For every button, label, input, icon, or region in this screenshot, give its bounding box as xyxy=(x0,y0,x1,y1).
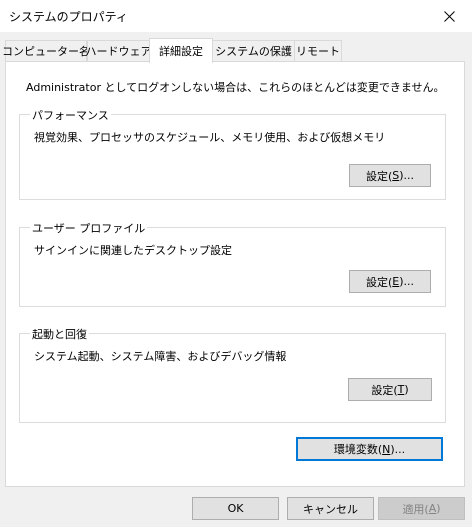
title-bar: システムのプロパティ xyxy=(0,0,472,32)
apply-button[interactable]: 適用(A) xyxy=(378,497,465,520)
tab-system-protection[interactable]: システムの保護 xyxy=(212,40,295,61)
tab-computer-name[interactable]: コンピューター名 xyxy=(2,40,90,61)
tab-hardware[interactable]: ハードウェア xyxy=(85,40,152,61)
tab-remote[interactable]: リモート xyxy=(294,40,342,61)
performance-group-title: パフォーマンス xyxy=(30,107,111,123)
tab-label: ハードウェア xyxy=(85,45,152,58)
startup-recovery-description: システム起動、システム障害、およびデバッグ情報 xyxy=(34,350,287,363)
admin-notice: Administrator としてログオンしない場合は、これらのほとんどは変更で… xyxy=(26,81,445,94)
advanced-tab-panel: Administrator としてログオンしない場合は、これらのほとんどは変更で… xyxy=(5,61,465,487)
tab-label: コンピューター名 xyxy=(2,45,90,58)
user-profile-description: サインインに関連したデスクトップ設定 xyxy=(34,244,232,257)
performance-settings-button[interactable]: 設定(S)... xyxy=(349,164,431,187)
window-title: システムのプロパティ xyxy=(9,10,128,24)
user-profile-group-title: ユーザー プロファイル xyxy=(30,220,148,236)
startup-recovery-settings-button[interactable]: 設定(T) xyxy=(348,378,432,401)
user-profile-settings-button[interactable]: 設定(E)... xyxy=(349,270,431,293)
tab-label: システムの保護 xyxy=(215,45,292,58)
startup-recovery-group-title: 起動と回復 xyxy=(30,326,89,342)
cancel-button[interactable]: キャンセル xyxy=(287,497,374,520)
tab-advanced[interactable]: 詳細設定 xyxy=(149,38,213,63)
close-button[interactable] xyxy=(426,0,472,32)
environment-variables-button[interactable]: 環境変数(N)... xyxy=(296,437,443,461)
tab-label: リモート xyxy=(296,45,340,58)
tab-label: 詳細設定 xyxy=(159,45,203,58)
ok-button[interactable]: OK xyxy=(192,497,279,520)
user-profile-group: ユーザー プロファイル サインインに関連したデスクトップ設定 設定(E)... xyxy=(19,220,446,307)
startup-recovery-group: 起動と回復 システム起動、システム障害、およびデバッグ情報 設定(T) xyxy=(19,326,446,423)
performance-group: パフォーマンス 視覚効果、プロセッサのスケジュール、メモリ使用、および仮想メモリ… xyxy=(19,107,446,200)
performance-description: 視覚効果、プロセッサのスケジュール、メモリ使用、および仮想メモリ xyxy=(34,131,386,144)
close-icon xyxy=(443,10,455,22)
